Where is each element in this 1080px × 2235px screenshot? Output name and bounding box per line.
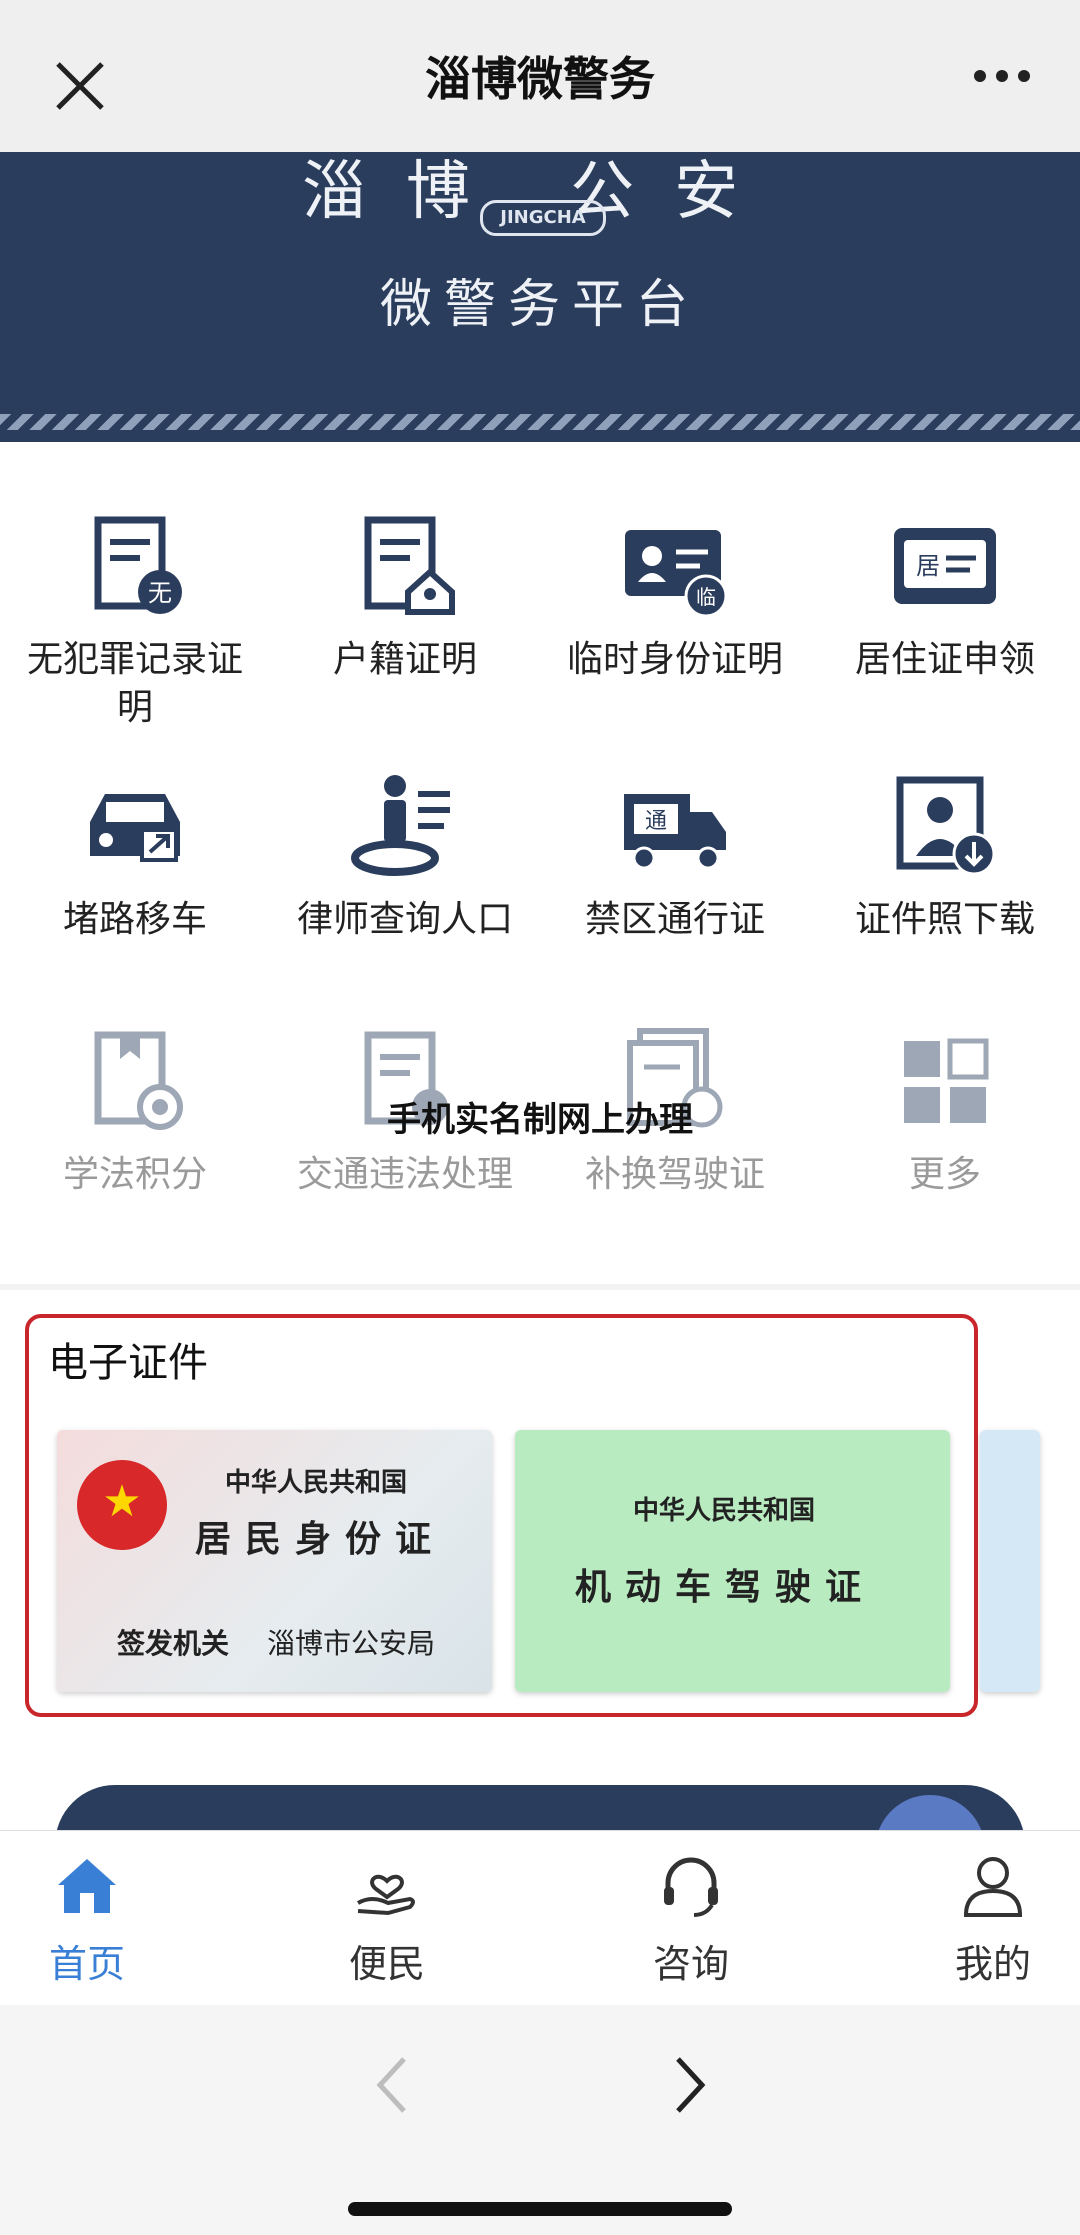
service-label: 律师查询人口: [296, 899, 513, 940]
services-grid: 无 无犯罪记录证明 户籍证明 临 临时身份证明 居 居住证申领 堵路移车 律师查…: [0, 442, 1080, 1284]
ecert-section: 电子证件 中华人民共和国 居民身份证 签发机关 淄博市公安局 中华人民共和国 机…: [0, 1290, 1080, 1905]
service-lawyer-query[interactable]: 律师查询人口: [270, 772, 540, 944]
home-indicator[interactable]: [348, 2202, 732, 2216]
service-hand-icon: [357, 1874, 415, 1916]
user-icon: [963, 1857, 1023, 1917]
ecert-title: 电子证件: [48, 1340, 208, 1386]
no-crime-record-icon: 无: [94, 516, 182, 614]
service-label: 补换驾驶证: [584, 1154, 765, 1195]
service-temp-id[interactable]: 临 临时身份证明: [540, 512, 810, 684]
tab-label: 咨询: [652, 1942, 729, 1986]
national-emblem-icon: [77, 1460, 167, 1550]
service-label: 禁区通行证: [584, 899, 765, 940]
service-label: 户籍证明: [332, 639, 477, 680]
residence-permit-icon: 居: [894, 528, 996, 604]
id-card[interactable]: 中华人民共和国 居民身份证 签发机关 淄博市公安局: [57, 1430, 492, 1692]
banner-stripe: [0, 414, 1080, 430]
id-card-issuer: 淄博市公安局: [267, 1627, 436, 1660]
next-card[interactable]: [980, 1430, 1040, 1692]
service-label: 居住证申领: [854, 639, 1035, 680]
svg-text:通: 通: [645, 809, 667, 834]
tab-mine[interactable]: 我的: [918, 1851, 1068, 1988]
police-badge: JINGCHA: [480, 200, 606, 236]
tab-consult[interactable]: 咨询: [616, 1851, 766, 1988]
svg-text:居: 居: [916, 552, 940, 580]
service-no-crime-record[interactable]: 无 无犯罪记录证明: [0, 512, 270, 732]
tab-bar: 首页 便民 咨询 我的: [0, 1830, 1080, 2006]
truck-pass-icon: 通: [624, 794, 726, 870]
lawyer-query-icon: [351, 775, 450, 876]
tab-label: 首页: [48, 1942, 125, 1986]
photo-download-icon: [896, 776, 996, 876]
overlay-caption: 手机实名制网上办理: [387, 1100, 693, 1140]
tab-service[interactable]: 便民: [312, 1851, 462, 1988]
id-card-country: 中华人民共和国: [225, 1468, 408, 1498]
service-label: 证件照下载: [854, 899, 1035, 940]
driver-license-card[interactable]: 中华人民共和国 机动车驾驶证: [515, 1430, 950, 1692]
close-icon[interactable]: [50, 56, 110, 116]
tab-label: 我的: [954, 1942, 1031, 1986]
service-label: 无犯罪记录证明: [26, 639, 243, 728]
service-label: 堵路移车: [62, 899, 207, 940]
service-label: 学法积分: [62, 1154, 207, 1195]
service-photo-download[interactable]: 证件照下载: [810, 772, 1080, 944]
svg-text:无: 无: [148, 579, 172, 607]
more-icon[interactable]: [974, 70, 1030, 82]
home-icon: [58, 1859, 116, 1913]
banner-subtitle: 微警务平台: [379, 275, 700, 335]
license-name: 机动车驾驶证: [575, 1567, 876, 1608]
browser-nav: [0, 2005, 1080, 2235]
tab-home[interactable]: 首页: [12, 1851, 162, 1988]
forward-arrow-icon[interactable]: [660, 2045, 720, 2125]
service-household-cert[interactable]: 户籍证明: [270, 512, 540, 684]
title-bar: 淄博微警务: [0, 0, 1080, 152]
service-move-car[interactable]: 堵路移车: [0, 772, 270, 944]
service-label: 更多: [908, 1154, 981, 1195]
tab-label: 便民: [348, 1942, 425, 1986]
service-label: 临时身份证明: [566, 639, 783, 680]
service-label: 交通违法处理: [296, 1154, 513, 1195]
back-arrow-icon[interactable]: [362, 2045, 422, 2125]
id-card-issuer-label: 签发机关: [117, 1627, 230, 1660]
temp-id-icon: 临: [625, 530, 728, 618]
headset-icon: [664, 1857, 718, 1917]
page-title: 淄博微警务: [425, 52, 655, 106]
move-car-icon: [90, 794, 180, 862]
banner: 淄博 公安 JINGCHA 微警务平台: [0, 152, 1080, 442]
id-card-name: 居民身份证: [195, 1519, 446, 1560]
service-truck-pass[interactable]: 通 禁区通行证: [540, 772, 810, 944]
household-cert-icon: [364, 516, 455, 615]
service-residence-permit[interactable]: 居 居住证申领: [810, 512, 1080, 684]
license-country: 中华人民共和国: [633, 1496, 816, 1526]
svg-text:临: 临: [696, 585, 716, 609]
